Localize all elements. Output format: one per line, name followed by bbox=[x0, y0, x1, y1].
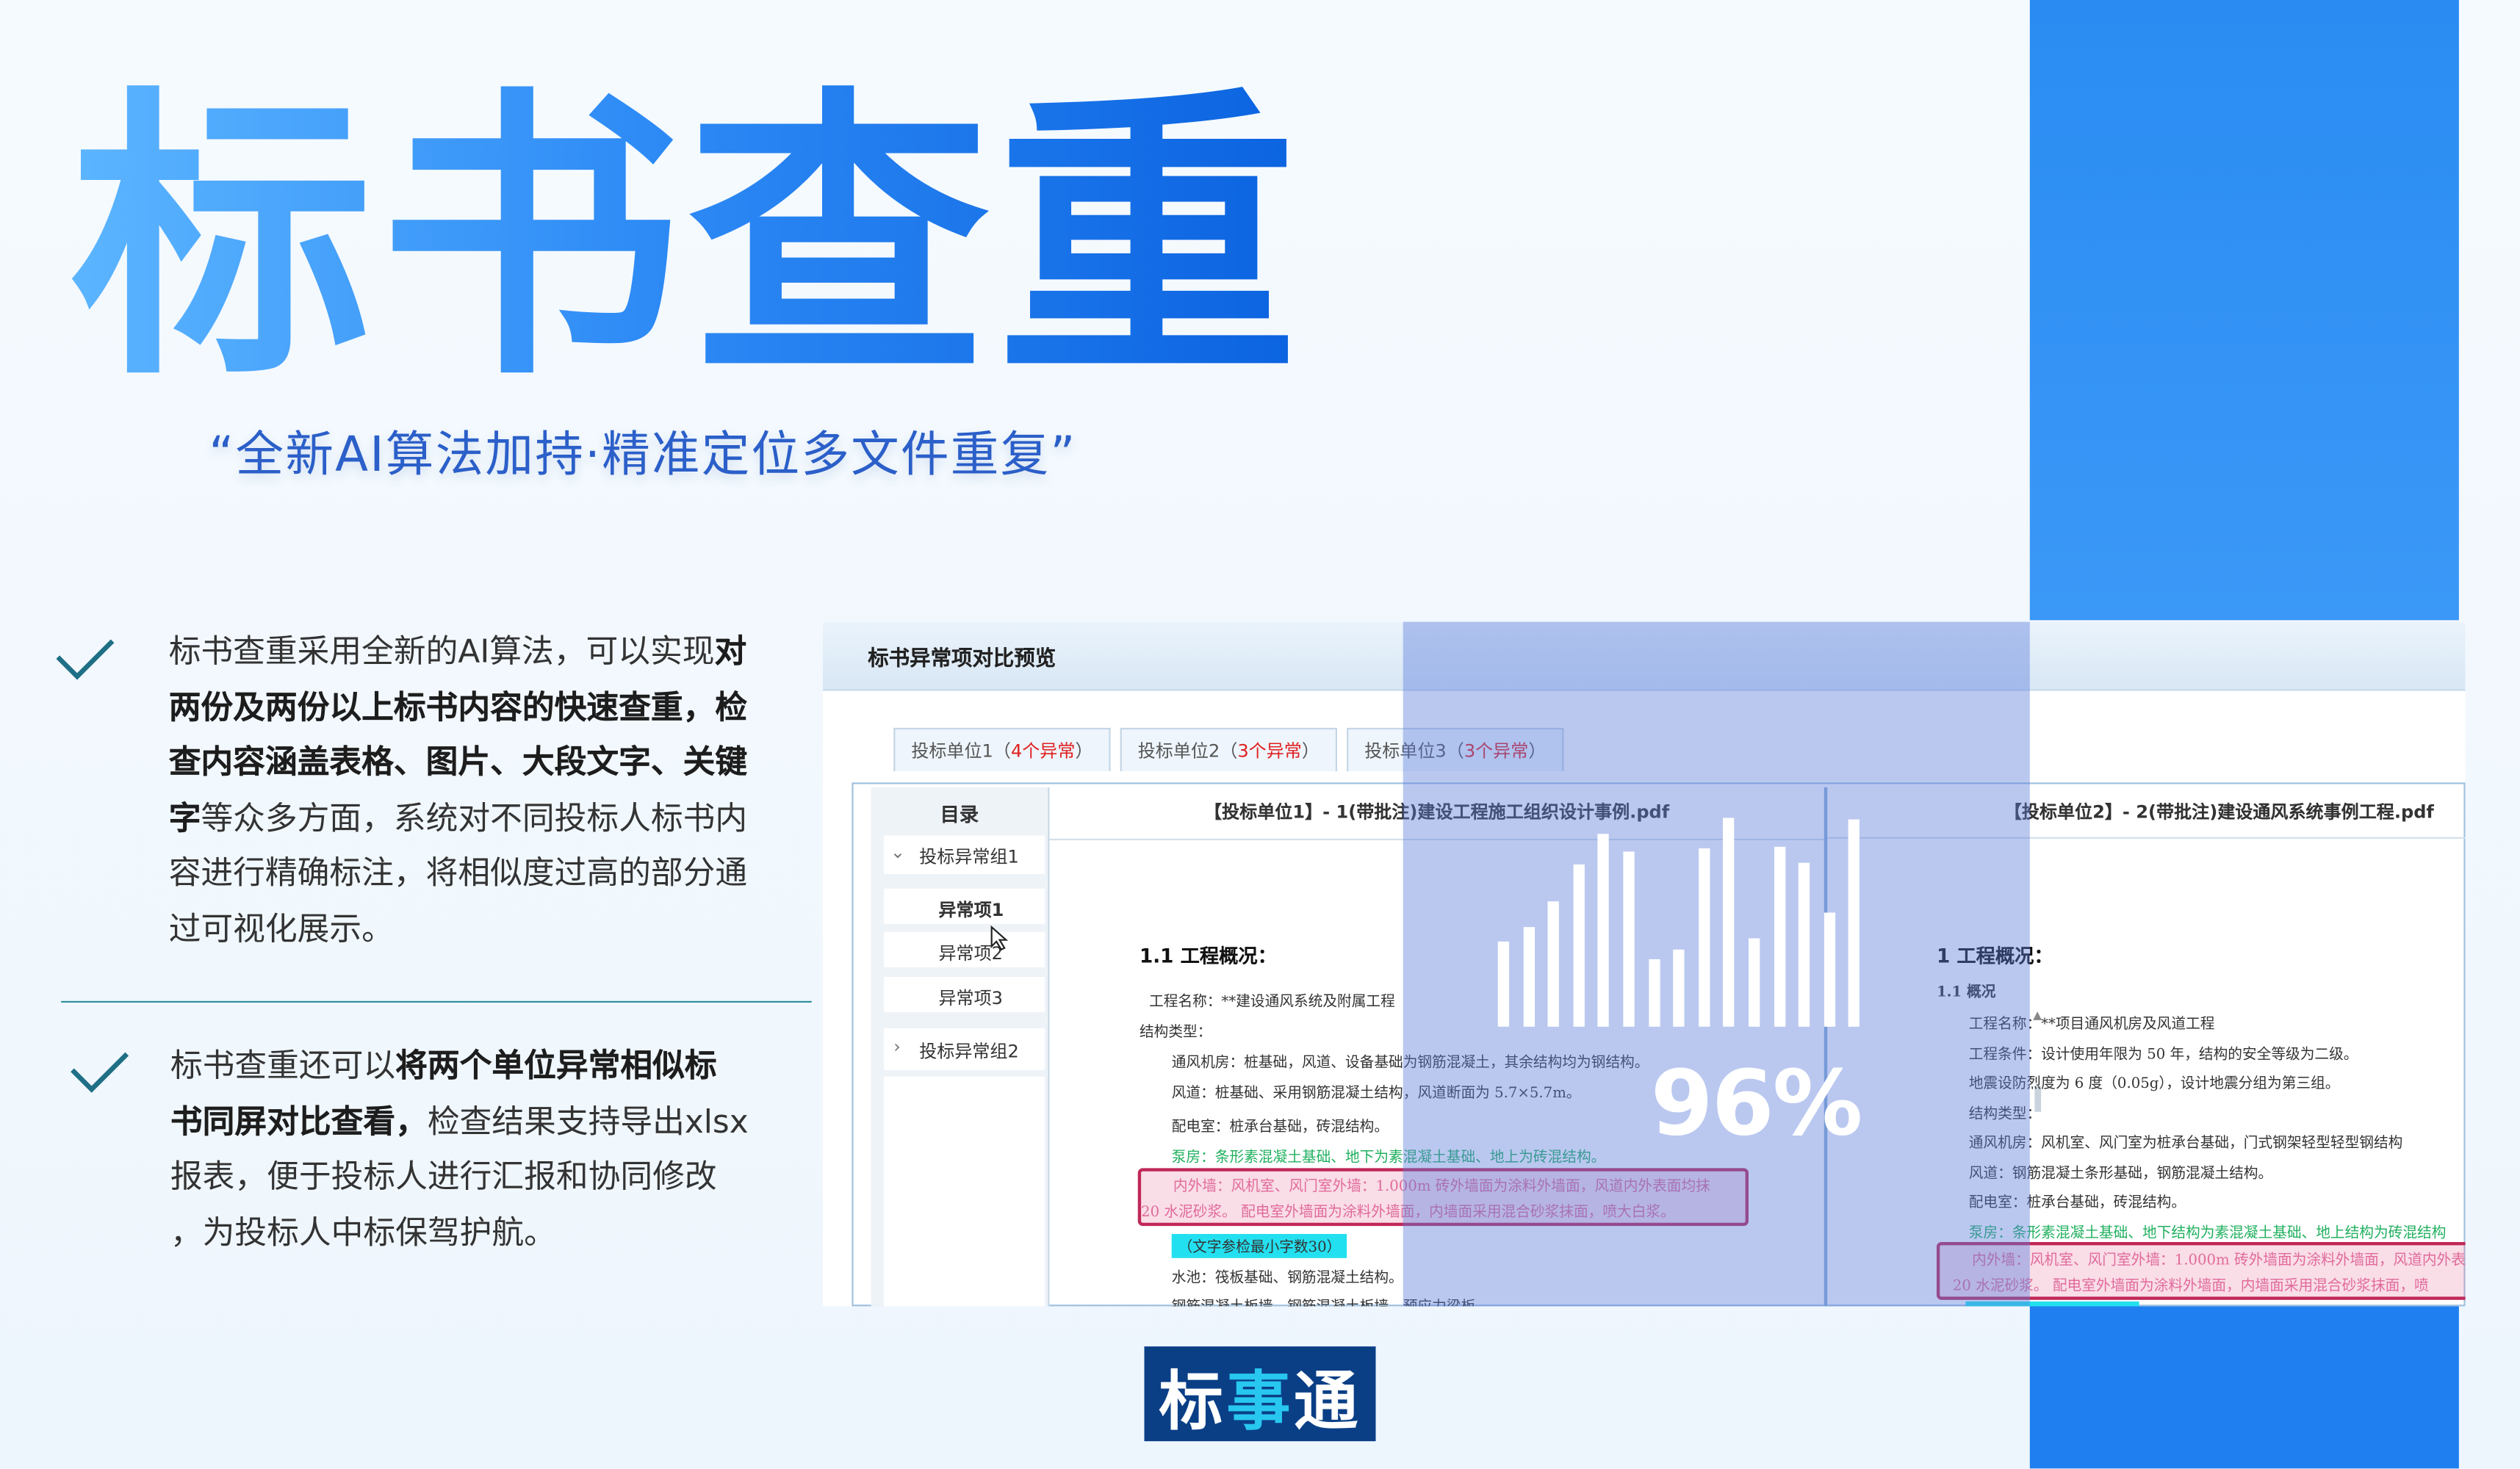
toc-item-3[interactable]: 异常项3 bbox=[884, 977, 1045, 1013]
toc-item-2[interactable]: 异常项2 bbox=[884, 931, 1045, 967]
window-title: 标书异常项对比预览 bbox=[868, 647, 1056, 672]
promo-page: 标书查重 “全新AI算法加持·精准定位多文件重复” 标书查重采用全新的AI算法，… bbox=[0, 0, 2520, 1469]
similarity-bar bbox=[1547, 901, 1559, 1027]
toc-item-1[interactable]: 异常项1 bbox=[884, 888, 1045, 924]
similarity-bar bbox=[1623, 851, 1635, 1027]
mouse-cursor-icon bbox=[990, 925, 1009, 951]
chevron-down-icon: ⌄ bbox=[890, 842, 906, 863]
toc-group-2[interactable]: › 投标异常组2 bbox=[884, 1028, 1045, 1070]
section-heading: 1.1 工程概况： bbox=[1139, 945, 1277, 967]
section-divider bbox=[61, 1000, 812, 1003]
similar-text-highlight: 泵房：条形素混凝土基础、地下结构为素混凝土基础、地上结构为砖混结构 bbox=[1968, 1226, 2447, 1242]
toc-empty-area bbox=[884, 1076, 1045, 1307]
min-word-count-tag: （文字参检最小字数30） bbox=[1171, 1234, 1348, 1258]
toc-group-1[interactable]: ⌄ 投标异常组1 bbox=[884, 835, 1045, 874]
similarity-bar bbox=[1824, 912, 1836, 1027]
toc-title: 目录 bbox=[940, 803, 979, 826]
feature-description-2: 标书查重还可以将两个单位异常相似标 书同屏对比查看，检查结果支持导出xlsx 报… bbox=[170, 1046, 749, 1251]
similarity-bar bbox=[1699, 848, 1710, 1027]
similarity-bar bbox=[1774, 846, 1786, 1027]
similarity-percent: 96% bbox=[1650, 1052, 1863, 1157]
similarity-bar bbox=[1497, 941, 1510, 1027]
similarity-bar bbox=[1749, 938, 1760, 1027]
brand-logo: 标事通 bbox=[1144, 1346, 1376, 1442]
similarity-bar bbox=[1523, 927, 1536, 1027]
similarity-bar bbox=[1573, 864, 1585, 1027]
similarity-bar bbox=[1848, 819, 1860, 1027]
similarity-bar bbox=[1673, 949, 1685, 1027]
similarity-bar bbox=[1723, 817, 1735, 1027]
similarity-bars bbox=[1403, 622, 2030, 1307]
feature-description-1: 标书查重采用全新的AI算法，可以实现对 两份及两份以上标书内容的快速查重，检 查… bbox=[168, 631, 748, 948]
tab-bidder-2[interactable]: 投标单位2（3个异常） bbox=[1120, 727, 1337, 771]
tab-bidder-1[interactable]: 投标单位1（4个异常） bbox=[893, 727, 1111, 771]
subtitle: “全新AI算法加持·精准定位多文件重复” bbox=[209, 427, 1077, 484]
anomaly-count: 4个异常 bbox=[1010, 740, 1076, 762]
chevron-right-icon: › bbox=[893, 1036, 901, 1058]
similarity-bar bbox=[1597, 834, 1609, 1027]
blue-accent-band-top bbox=[2029, 0, 2459, 621]
toc-sidebar: 目录 ⌄ 投标异常组1 异常项1 异常项2 异常项3 › 投标异常组2 bbox=[871, 787, 1048, 1307]
similarity-bar bbox=[1649, 959, 1660, 1027]
checkmark-icon bbox=[71, 1052, 129, 1093]
main-title: 标书查重 bbox=[71, 64, 1306, 416]
checkmark-icon bbox=[56, 639, 115, 680]
similarity-bar bbox=[1798, 862, 1810, 1027]
blue-accent-band-bottom bbox=[2029, 1304, 2459, 1469]
anomaly-count: 3个异常 bbox=[1237, 740, 1302, 762]
